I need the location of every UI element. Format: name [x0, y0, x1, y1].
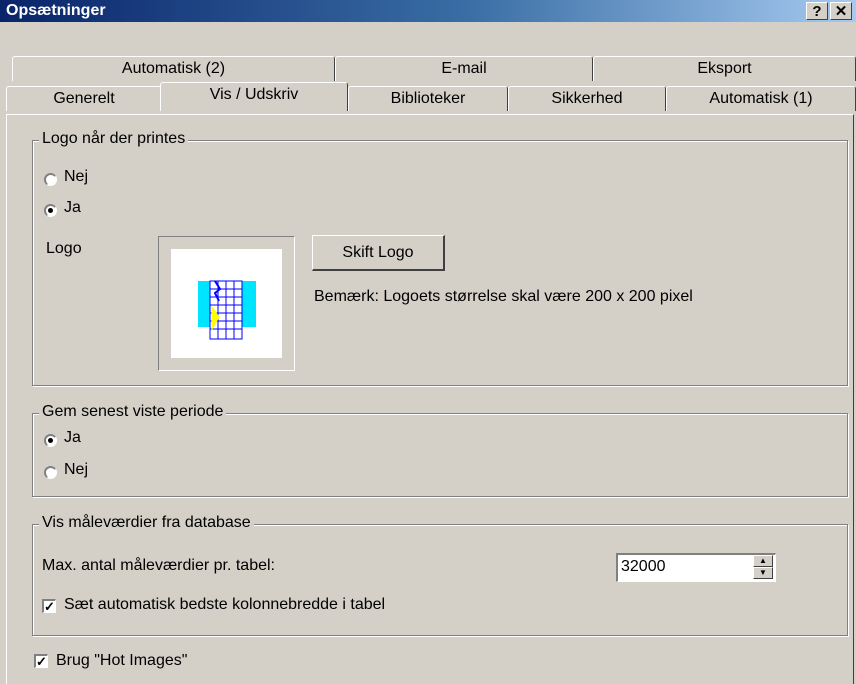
radio-dot [48, 438, 53, 443]
tab-automatisk-1[interactable]: Automatisk (1) [666, 86, 856, 111]
tab-email[interactable]: E-mail [335, 56, 593, 81]
title-bar: Opsætninger ? ✕ [0, 0, 856, 22]
tab-automatisk-2[interactable]: Automatisk (2) [12, 56, 335, 81]
radio-dot [48, 208, 53, 213]
group-legend: Logo når der printes [39, 130, 189, 148]
tab-vis-udskriv[interactable]: Vis / Udskriv [160, 82, 348, 111]
tab-label: Eksport [697, 60, 752, 77]
logo-yes-label: Ja [64, 199, 81, 216]
period-no-label: Nej [64, 461, 89, 478]
group-legend: Vis måleværdier fra database [39, 514, 254, 532]
tab-label: Automatisk (2) [121, 60, 226, 77]
spin-down-button[interactable]: ▼ [753, 567, 773, 579]
tab-biblioteker[interactable]: Biblioteker [348, 86, 508, 111]
spin-up-button[interactable]: ▲ [753, 555, 773, 567]
tab-label: Generelt [53, 90, 115, 107]
tab-label: Automatisk (1) [709, 90, 813, 107]
help-button[interactable]: ? [806, 2, 828, 20]
tab-eksport[interactable]: Eksport [593, 56, 856, 81]
tab-label: E-mail [441, 60, 487, 77]
logo-preview-area [171, 249, 282, 358]
logo-preview-frame [158, 236, 295, 371]
change-logo-button[interactable]: Skift Logo [312, 235, 445, 271]
hot-images-checkbox[interactable]: ✓ [34, 654, 48, 668]
period-group: Gem senest viste periode [32, 403, 848, 497]
max-values-text: 32000 [621, 558, 666, 575]
max-values-label: Max. antal måleværdier pr. tabel: [42, 557, 275, 574]
tab-label: Biblioteker [390, 90, 466, 107]
period-no-radio[interactable] [44, 466, 57, 479]
logo-label: Logo [46, 240, 82, 257]
autowidth-label: Sæt automatisk bedste kolonnebredde i ta… [64, 596, 386, 613]
logo-yes-radio[interactable] [44, 204, 57, 217]
window-title: Opsætninger [6, 2, 106, 19]
logo-size-note: Bemærk: Logoets størrelse skal være 200 … [314, 288, 693, 305]
logo-no-label: Nej [64, 168, 89, 185]
logo-no-radio[interactable] [44, 173, 57, 186]
tab-label: Sikkerhed [551, 90, 623, 107]
period-yes-radio[interactable] [44, 434, 57, 447]
hot-images-label: Brug "Hot Images" [56, 652, 188, 669]
logo-image [198, 280, 256, 340]
tab-label: Vis / Udskriv [209, 86, 299, 103]
period-yes-label: Ja [64, 429, 81, 446]
tab-sikkerhed[interactable]: Sikkerhed [508, 86, 666, 111]
group-legend: Gem senest viste periode [39, 403, 227, 421]
autowidth-checkbox[interactable]: ✓ [42, 599, 56, 613]
tab-generelt[interactable]: Generelt [6, 86, 162, 111]
max-values-input[interactable]: 32000 [616, 553, 776, 582]
close-button[interactable]: ✕ [830, 2, 852, 20]
